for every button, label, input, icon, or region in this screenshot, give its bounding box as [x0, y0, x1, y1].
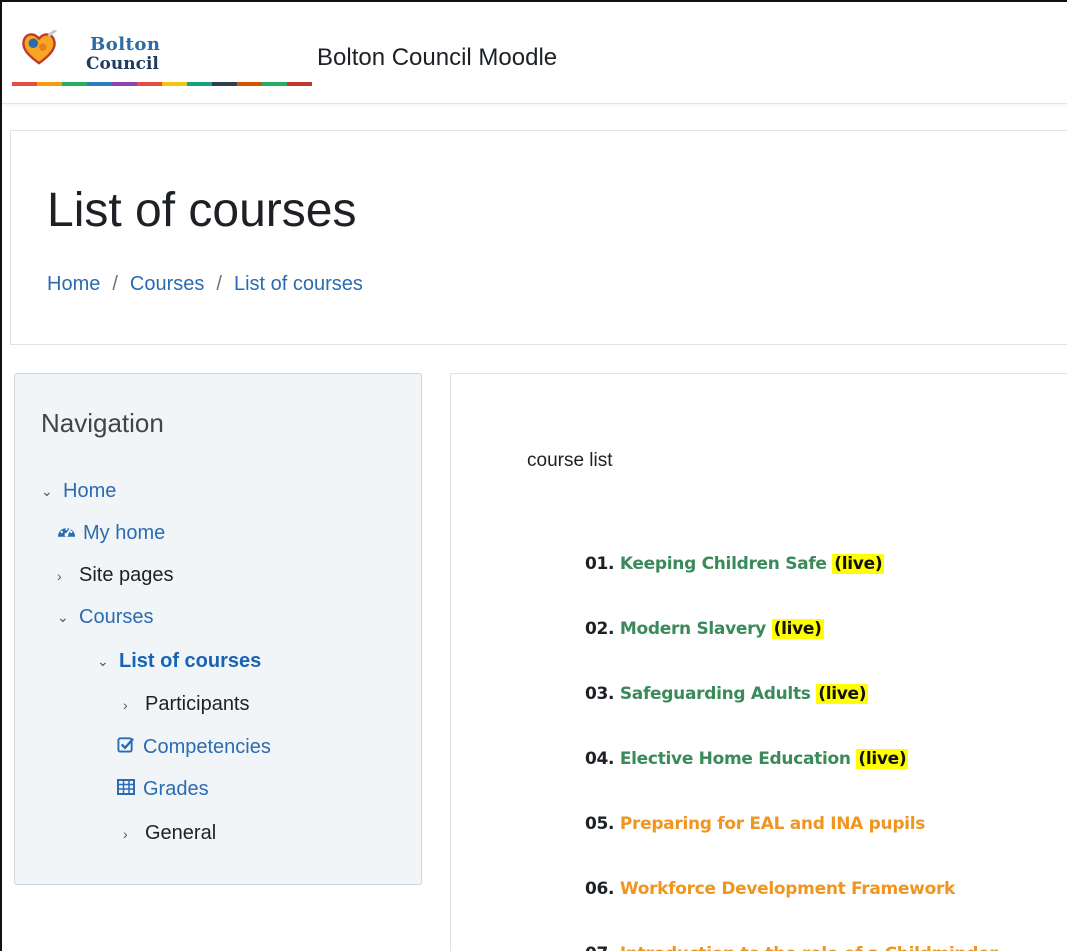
chevron-down-icon: ⌄	[57, 609, 69, 625]
course-item[interactable]: 04. Elective Home Education (live)	[585, 749, 909, 769]
nav-item-site-pages[interactable]: › Site pages	[57, 564, 174, 587]
logo-text-council: Council	[86, 54, 159, 74]
course-number: 02.	[585, 619, 615, 639]
nav-item-label: Grades	[143, 778, 209, 800]
table-icon	[117, 778, 143, 801]
course-link[interactable]: Keeping Children Safe	[620, 554, 827, 574]
course-number: 01.	[585, 554, 615, 574]
checkbox-icon	[117, 736, 143, 759]
live-badge: (live)	[771, 619, 824, 639]
breadcrumb-separator: /	[216, 273, 222, 295]
nav-item-label: Home	[63, 480, 117, 502]
nav-item-label: Courses	[79, 606, 154, 628]
logo-color-bar	[12, 82, 312, 86]
live-badge: (live)	[816, 684, 869, 704]
course-link[interactable]: Workforce Development Framework	[620, 879, 956, 899]
logo-text-bolton: Bolton	[90, 34, 161, 55]
course-number: 04.	[585, 749, 615, 769]
course-item[interactable]: 01. Keeping Children Safe (live)	[585, 554, 885, 574]
chevron-down-icon: ⌄	[41, 483, 53, 499]
top-navbar: Bolton Council Bolton Council Moodle	[2, 2, 1067, 104]
course-item[interactable]: 06. Workforce Development Framework	[585, 879, 955, 899]
nav-item-my-home[interactable]: My home	[57, 522, 165, 545]
course-item[interactable]: 05. Preparing for EAL and INA pupils	[585, 814, 925, 834]
heart-logo-icon	[22, 30, 57, 65]
course-link[interactable]: Safeguarding Adults	[620, 684, 811, 704]
breadcrumb-separator: /	[112, 273, 118, 295]
course-link[interactable]: Elective Home Education	[620, 749, 851, 769]
dashboard-icon	[57, 522, 83, 545]
nav-item-list-of-courses[interactable]: ⌄ List of courses	[97, 650, 261, 673]
course-item[interactable]: 03. Safeguarding Adults (live)	[585, 684, 869, 704]
chevron-right-icon: ›	[123, 696, 128, 713]
breadcrumb-list-of-courses[interactable]: List of courses	[234, 273, 363, 296]
nav-item-grades[interactable]: Grades	[117, 778, 209, 801]
nav-item-participants[interactable]: › Participants	[123, 693, 250, 716]
nav-item-competencies[interactable]: Competencies	[117, 736, 271, 759]
site-name[interactable]: Bolton Council Moodle	[317, 44, 557, 72]
course-link[interactable]: Preparing for EAL and INA pupils	[620, 814, 926, 834]
page-title: List of courses	[47, 184, 357, 237]
breadcrumb: Home / Courses / List of courses	[47, 273, 363, 296]
nav-item-label: List of courses	[119, 650, 262, 672]
site-logo[interactable]: Bolton Council	[12, 24, 312, 94]
page-header: List of courses Home / Courses / List of…	[10, 130, 1067, 345]
course-item[interactable]: 02. Modern Slavery (live)	[585, 619, 824, 639]
course-number: 05.	[585, 814, 615, 834]
nav-item-label: Competencies	[143, 736, 271, 758]
breadcrumb-courses[interactable]: Courses	[130, 273, 204, 296]
chevron-right-icon: ›	[57, 567, 62, 584]
nav-item-label: Participants	[145, 693, 250, 715]
course-link[interactable]: Introduction to the role of a Childminde…	[620, 944, 998, 951]
live-badge: (live)	[856, 749, 909, 769]
nav-item-general[interactable]: › General	[123, 822, 216, 845]
chevron-down-icon: ⌄	[97, 653, 109, 669]
course-item[interactable]: 07. Introduction to the role of a Childm…	[585, 944, 998, 951]
course-link[interactable]: Modern Slavery	[620, 619, 766, 639]
nav-item-label: Site pages	[79, 564, 174, 586]
live-badge: (live)	[832, 554, 885, 574]
course-number: 06.	[585, 879, 615, 899]
chevron-right-icon: ›	[123, 825, 128, 842]
nav-item-courses[interactable]: ⌄ Courses	[57, 606, 153, 629]
course-number: 07.	[585, 944, 615, 951]
window-border-left	[0, 0, 2, 951]
breadcrumb-home[interactable]: Home	[47, 273, 100, 296]
course-list-heading: course list	[527, 450, 613, 471]
nav-item-label: General	[145, 822, 217, 844]
nav-item-label: My home	[83, 522, 166, 544]
course-number: 03.	[585, 684, 615, 704]
main-content: course list 01. Keeping Children Safe (l…	[450, 373, 1067, 951]
nav-item-home[interactable]: ⌄ Home	[41, 480, 116, 503]
navigation-block: Navigation ⌄ Home My home › Site pages ⌄…	[14, 373, 422, 885]
navigation-title: Navigation	[41, 408, 164, 438]
